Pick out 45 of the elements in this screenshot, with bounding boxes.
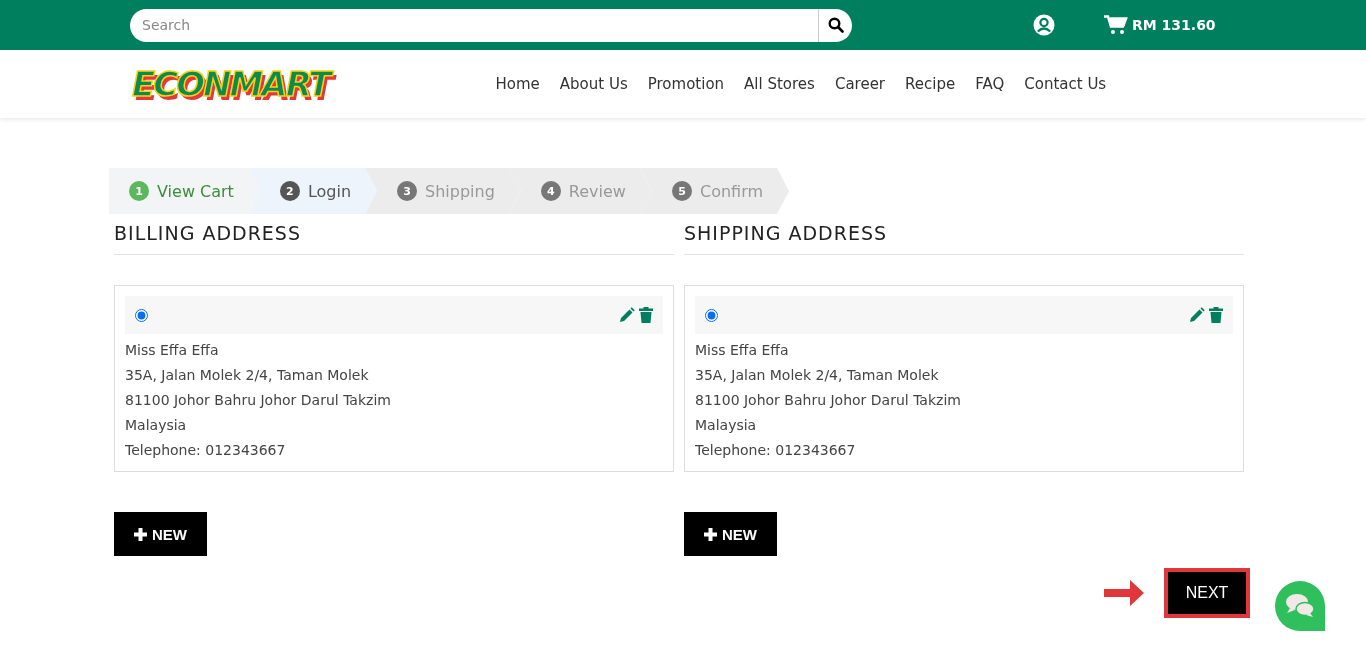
edit-icon[interactable]: [619, 307, 635, 323]
plus-icon: [134, 527, 147, 541]
nav-link[interactable]: Recipe: [905, 75, 956, 93]
delete-icon[interactable]: [1209, 307, 1223, 323]
address-line: 35A, Jalan Molek 2/4, Taman Molek: [695, 366, 940, 385]
nav-link[interactable]: Contact Us: [1024, 75, 1107, 93]
section-title: SHIPPING ADDRESS: [684, 222, 1244, 255]
nav-link[interactable]: FAQ: [975, 75, 1005, 93]
next-button[interactable]: NEXT: [1164, 568, 1250, 618]
checkout-step[interactable]: 3 Shipping: [365, 168, 521, 214]
address-radio[interactable]: [705, 308, 718, 322]
logo[interactable]: ECONMART: [126, 64, 336, 104]
user-icon[interactable]: [1033, 14, 1055, 36]
plus-icon: [704, 527, 717, 541]
address-line: Telephone: 012343667: [695, 441, 857, 460]
chat-button[interactable]: [1274, 580, 1326, 632]
nav-link[interactable]: About Us: [559, 75, 628, 93]
new-address-button[interactable]: NEW: [114, 512, 207, 556]
cart-icon: [1104, 15, 1128, 35]
checkout-step[interactable]: 4 Review: [508, 168, 652, 214]
address-line: 35A, Jalan Molek 2/4, Taman Molek: [125, 366, 370, 385]
address-radio[interactable]: [135, 308, 148, 322]
search-button[interactable]: [818, 8, 852, 42]
checkout-step[interactable]: 2 Login: [247, 168, 378, 214]
section-title: BILLING ADDRESS: [114, 222, 674, 255]
address-line: Malaysia: [125, 416, 188, 435]
address-line: Telephone: 012343667: [125, 441, 287, 460]
new-address-button[interactable]: NEW: [684, 512, 777, 556]
search-field[interactable]: Search: [130, 8, 818, 42]
nav-link[interactable]: Career: [834, 75, 886, 93]
nav-link[interactable]: All Stores: [744, 75, 815, 93]
address-line: Malaysia: [695, 416, 758, 435]
checkout-step[interactable]: 5 Confirm: [639, 168, 789, 214]
checkout-step[interactable]: 1 View Cart: [109, 168, 260, 214]
address-line: 81100 Johor Bahru Johor Darul Takzim: [695, 391, 962, 410]
address-line: 81100 Johor Bahru Johor Darul Takzim: [125, 391, 392, 410]
address-line: Miss Effa Effa: [695, 341, 790, 360]
nav-link[interactable]: Home: [495, 75, 540, 93]
arrow-icon: [1104, 579, 1144, 607]
edit-icon[interactable]: [1189, 307, 1205, 323]
delete-icon[interactable]: [639, 307, 653, 323]
nav-link[interactable]: Promotion: [647, 75, 725, 93]
address-line: Miss Effa Effa: [125, 341, 220, 360]
search-icon: [827, 17, 844, 33]
cart-link[interactable]: RM 131.60: [1104, 15, 1216, 35]
